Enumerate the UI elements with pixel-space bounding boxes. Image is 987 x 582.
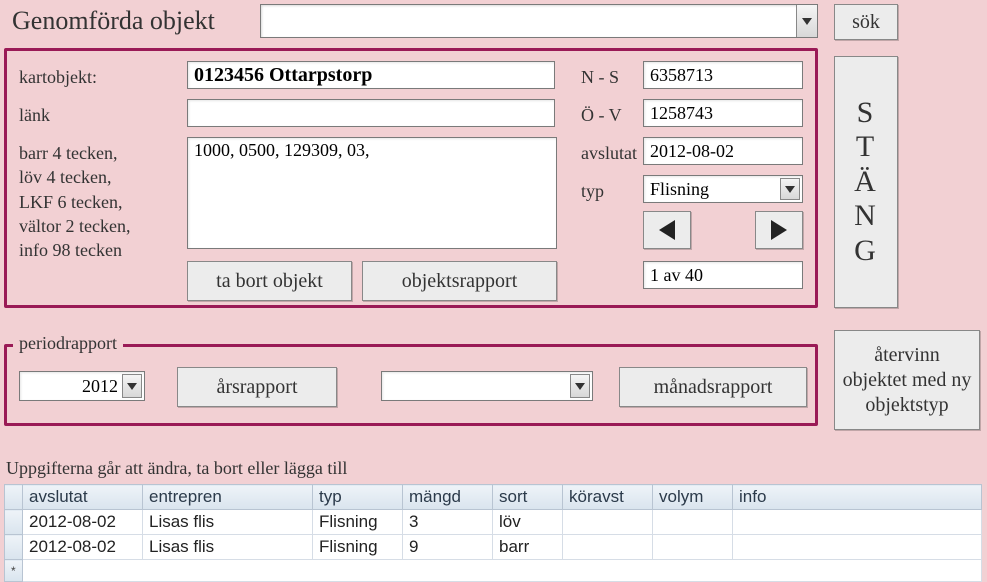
row-selector[interactable]: [5, 510, 23, 535]
delete-object-button[interactable]: ta bort objekt: [187, 261, 352, 301]
col-info[interactable]: info: [733, 485, 982, 510]
desc-textarea[interactable]: 1000, 0500, 129309, 03,: [187, 137, 557, 249]
typ-select-value: Flisning: [650, 179, 709, 200]
col-avslutat[interactable]: avslutat: [23, 485, 143, 510]
col-volym[interactable]: volym: [653, 485, 733, 510]
kartobjekt-label: kartobjekt:: [19, 67, 97, 88]
col-typ[interactable]: typ: [313, 485, 403, 510]
dropdown-arrow-icon[interactable]: [570, 374, 590, 398]
ns-input[interactable]: [643, 61, 803, 89]
cell-koravst[interactable]: [563, 535, 653, 560]
cell-typ[interactable]: Flisning: [313, 535, 403, 560]
cell-sort[interactable]: löv: [493, 510, 563, 535]
lank-label: länk: [19, 105, 50, 126]
cell-info[interactable]: [733, 510, 982, 535]
cell-entrepren[interactable]: Lisas flis: [143, 535, 313, 560]
avslutat-input[interactable]: [643, 137, 803, 165]
dropdown-arrow-icon[interactable]: [780, 178, 800, 200]
new-row-indicator[interactable]: *: [5, 560, 23, 582]
col-mangd[interactable]: mängd: [403, 485, 493, 510]
object-details-frame: kartobjekt: länk barr 4 tecken, löv 4 te…: [4, 48, 818, 308]
periodrapport-legend: periodrapport: [13, 333, 123, 354]
cell-mangd[interactable]: 3: [403, 510, 493, 535]
table-row[interactable]: 2012-08-02 Lisas flis Flisning 9 barr: [5, 535, 982, 560]
kartobjekt-input[interactable]: [187, 61, 555, 89]
top-object-select-input[interactable]: [261, 5, 796, 37]
table-header-row: avslutat entrepren typ mängd sort köravs…: [5, 485, 982, 510]
year-report-button[interactable]: årsrapport: [177, 367, 337, 407]
pager-input[interactable]: [643, 261, 803, 289]
table-new-row[interactable]: *: [5, 560, 982, 582]
close-button-label: STÄNG: [854, 96, 878, 269]
month-select[interactable]: [381, 371, 593, 401]
cell-mangd[interactable]: 9: [403, 535, 493, 560]
year-select[interactable]: 2012: [19, 371, 145, 401]
dropdown-arrow-icon[interactable]: [122, 374, 142, 398]
triangle-right-icon: [771, 220, 787, 240]
object-report-button[interactable]: objektsrapport: [362, 261, 557, 301]
typ-select[interactable]: Flisning: [643, 175, 803, 203]
table-instructions: Uppgifterna går att ändra, ta bort eller…: [6, 458, 347, 479]
cell-sort[interactable]: barr: [493, 535, 563, 560]
period-report-frame: periodrapport 2012 årsrapport månadsrapp…: [4, 344, 818, 426]
month-report-button[interactable]: månadsrapport: [619, 367, 807, 407]
col-entrepren[interactable]: entrepren: [143, 485, 313, 510]
table-corner: [5, 485, 23, 510]
entries-table[interactable]: avslutat entrepren typ mängd sort köravs…: [4, 484, 982, 582]
cell-typ[interactable]: Flisning: [313, 510, 403, 535]
desc-label: barr 4 tecken, löv 4 tecken, LKF 6 tecke…: [19, 141, 179, 262]
prev-object-button[interactable]: [643, 211, 691, 249]
ov-input[interactable]: [643, 99, 803, 127]
search-button[interactable]: sök: [834, 4, 898, 40]
typ-label: typ: [581, 181, 604, 202]
avslutat-label: avslutat: [581, 143, 637, 164]
new-row-cells[interactable]: [23, 560, 982, 582]
dropdown-arrow-icon[interactable]: [796, 5, 817, 37]
col-sort[interactable]: sort: [493, 485, 563, 510]
close-button[interactable]: STÄNG: [834, 56, 898, 308]
cell-volym[interactable]: [653, 510, 733, 535]
top-object-select[interactable]: [260, 4, 818, 38]
cell-info[interactable]: [733, 535, 982, 560]
cell-entrepren[interactable]: Lisas flis: [143, 510, 313, 535]
recycle-object-button[interactable]: återvinn objektet med ny objektstyp: [834, 330, 980, 430]
table-row[interactable]: 2012-08-02 Lisas flis Flisning 3 löv: [5, 510, 982, 535]
cell-koravst[interactable]: [563, 510, 653, 535]
row-selector[interactable]: [5, 535, 23, 560]
cell-volym[interactable]: [653, 535, 733, 560]
triangle-left-icon: [659, 220, 675, 240]
col-koravst[interactable]: köravst: [563, 485, 653, 510]
next-object-button[interactable]: [755, 211, 803, 249]
lank-input[interactable]: [187, 99, 555, 127]
year-select-value: 2012: [82, 376, 118, 397]
cell-avslutat[interactable]: 2012-08-02: [23, 510, 143, 535]
ov-label: Ö - V: [581, 105, 622, 126]
ns-label: N - S: [581, 67, 619, 88]
page-title: Genomförda objekt: [12, 6, 252, 36]
cell-avslutat[interactable]: 2012-08-02: [23, 535, 143, 560]
